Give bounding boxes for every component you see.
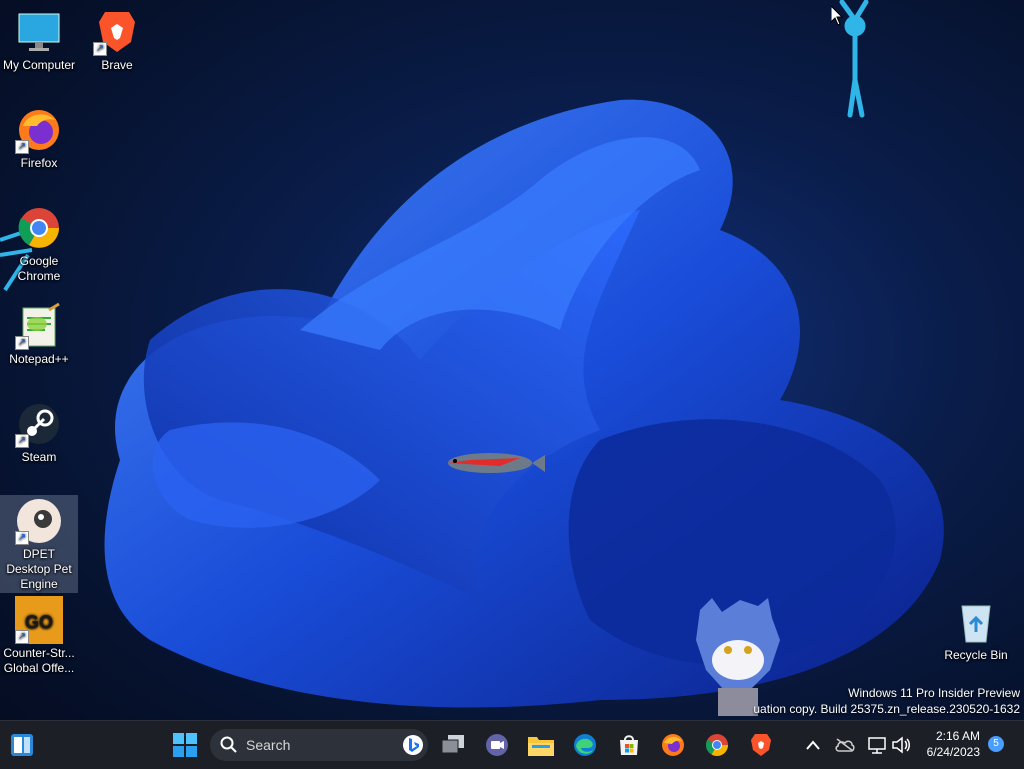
desktop-icon-chrome[interactable]: Google Chrome (0, 196, 78, 284)
desktop-icon-notepad-plus-plus[interactable]: ↗ Notepad++ (0, 294, 78, 367)
brave-icon (751, 734, 771, 756)
mouse-cursor-icon (831, 6, 843, 26)
chrome-icon (15, 204, 63, 252)
desktop-icon-steam[interactable]: ↗ Steam (0, 392, 78, 465)
microsoft-store-icon (620, 735, 638, 755)
file-explorer-button[interactable] (525, 729, 557, 761)
notepad-plus-plus-icon: ↗ (15, 302, 63, 350)
stick-figure (839, 0, 869, 118)
desktop-icon-recycle-bin[interactable]: Recycle Bin (936, 590, 1016, 663)
steam-icon: ↗ (15, 400, 63, 448)
file-explorer-icon (528, 737, 554, 756)
desktop-icon-firefox[interactable]: ↗ Firefox (0, 98, 78, 171)
desktop-icon-csgo[interactable]: GO ↗ Counter-Str... Global Offe... (0, 588, 78, 676)
notification-badge[interactable]: 5 (988, 736, 1004, 752)
desktop-icon-dpet[interactable]: ↗ DPET Desktop Pet Engine (0, 495, 78, 593)
os-watermark: Windows 11 Pro Insider Preview uation co… (753, 685, 1020, 717)
taskbar-search[interactable]: Search (210, 729, 428, 761)
csgo-icon: GO ↗ (15, 596, 63, 644)
cloud-offline-icon (835, 738, 855, 752)
bing-icon[interactable] (402, 734, 424, 756)
svg-text:GO: GO (25, 612, 53, 632)
network-icon (868, 737, 886, 754)
brave-taskbar-button[interactable] (745, 729, 777, 761)
firefox-icon (662, 734, 684, 756)
desktop-icon-brave[interactable]: ↗ Brave (78, 0, 156, 73)
start-icon (173, 733, 197, 757)
firefox-taskbar-button[interactable] (657, 729, 689, 761)
brave-icon: ↗ (93, 8, 141, 56)
edge-icon (574, 734, 596, 756)
wallpaper (0, 0, 944, 716)
show-hidden-icons-button[interactable] (797, 729, 829, 761)
search-label: Search (246, 737, 291, 753)
start-button[interactable] (169, 729, 201, 761)
widgets-button[interactable] (6, 729, 38, 761)
search-icon (220, 736, 237, 753)
monitor-icon (15, 8, 63, 56)
clock[interactable]: 2:16 AM 6/24/2023 (912, 729, 980, 759)
clock-time: 2:16 AM (935, 729, 980, 743)
recycle-bin-icon (952, 598, 1000, 646)
watermark-line-1: Windows 11 Pro Insider Preview (848, 686, 1020, 700)
chrome-taskbar-button[interactable] (701, 729, 733, 761)
task-view-icon (442, 735, 464, 754)
clock-date: 6/24/2023 (926, 745, 980, 759)
chrome-icon (706, 734, 728, 756)
volume-icon (892, 736, 910, 754)
widgets-icon (11, 734, 33, 756)
desktop-icon-my-computer[interactable]: My Computer (0, 0, 78, 73)
chevron-up-icon (806, 740, 820, 750)
task-view-button[interactable] (438, 729, 470, 761)
teams-chat-icon (486, 734, 508, 756)
watermark-line-2: uation copy. Build 25375.zn_release.2305… (753, 702, 1020, 716)
onedrive-button[interactable] (829, 729, 861, 761)
teams-chat-button[interactable] (481, 729, 513, 761)
dpet-icon: ↗ (15, 497, 63, 545)
microsoft-store-button[interactable] (613, 729, 645, 761)
edge-button[interactable] (569, 729, 601, 761)
firefox-icon: ↗ (15, 106, 63, 154)
taskbar: Search 2:16 AM 6/24/2023 (0, 720, 1024, 769)
